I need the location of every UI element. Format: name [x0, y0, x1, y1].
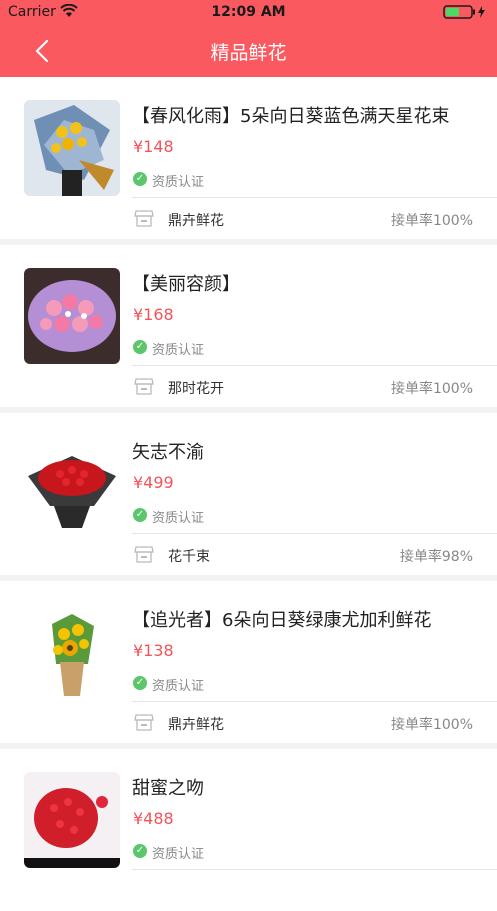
certification-label: 资质认证 [152, 511, 205, 526]
shop-icon [134, 714, 154, 731]
product-name: 矢志不渝 [132, 442, 204, 463]
order-rate: 接单率100% [390, 213, 473, 229]
product-card[interactable]: 甜蜜之吻 ¥488 ✓ 资质认证 [0, 749, 497, 911]
product-price: ¥499 [133, 473, 174, 492]
shop-name[interactable]: 鼎卉鲜花 [168, 714, 224, 734]
check-icon: ✓ [133, 508, 147, 522]
divider [132, 197, 497, 198]
shop-name[interactable]: 花千束 [168, 546, 210, 566]
product-name: 【美丽容颜】 [132, 274, 240, 295]
product-card[interactable]: 【美丽容颜】 ¥168 ✓ 资质认证 那时花开 接单率100% [0, 245, 497, 407]
product-card[interactable]: 【春风化雨】5朵向日葵蓝色满天星花束 ¥148 ✓ 资质认证 鼎卉鲜花 接单率1… [0, 77, 497, 239]
nav-bar: 精品鲜花 [0, 26, 497, 77]
product-price: ¥138 [133, 641, 174, 660]
check-icon: ✓ [133, 676, 147, 690]
shop-icon [134, 378, 154, 395]
certification-label: 资质认证 [152, 175, 205, 190]
product-thumbnail[interactable] [24, 436, 120, 532]
certification-label: 资质认证 [152, 679, 205, 694]
check-icon: ✓ [133, 844, 147, 858]
product-thumbnail[interactable] [24, 604, 120, 700]
shop-icon [134, 210, 154, 227]
certification-label: 资质认证 [152, 343, 205, 358]
shop-icon [134, 546, 154, 563]
order-rate: 接单率100% [390, 381, 473, 397]
divider [132, 869, 497, 870]
order-rate: 接单率98% [399, 549, 473, 565]
product-card[interactable]: 【追光者】6朵向日葵绿康尤加利鲜花 ¥138 ✓ 资质认证 鼎卉鲜花 接单率10… [0, 581, 497, 743]
product-thumbnail[interactable] [24, 100, 120, 196]
product-name: 【春风化雨】5朵向日葵蓝色满天星花束 [132, 106, 450, 127]
product-name: 【追光者】6朵向日葵绿康尤加利鲜花 [132, 610, 432, 631]
shop-name[interactable]: 那时花开 [168, 378, 224, 398]
battery-icon [443, 5, 485, 19]
divider [132, 533, 497, 534]
page-title: 精品鲜花 [210, 42, 287, 64]
product-price: ¥168 [133, 305, 174, 324]
product-thumbnail[interactable] [24, 268, 120, 364]
product-price: ¥148 [133, 137, 174, 156]
order-rate: 接单率100% [390, 717, 473, 733]
status-bar: Carrier 12:09 AM [0, 0, 497, 26]
check-icon: ✓ [133, 172, 147, 186]
product-price: ¥488 [133, 809, 174, 828]
product-thumbnail[interactable] [24, 772, 120, 868]
certification-label: 资质认证 [152, 847, 205, 862]
clock: 12:09 AM [211, 4, 286, 20]
divider [132, 365, 497, 366]
product-name: 甜蜜之吻 [132, 778, 204, 799]
shop-name[interactable]: 鼎卉鲜花 [168, 210, 224, 230]
product-card[interactable]: 矢志不渝 ¥499 ✓ 资质认证 花千束 接单率98% [0, 413, 497, 575]
check-icon: ✓ [133, 340, 147, 354]
divider [132, 701, 497, 702]
